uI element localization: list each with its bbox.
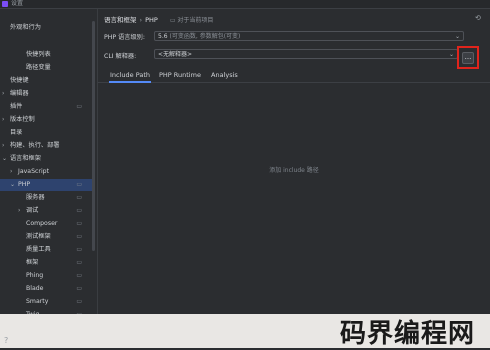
- sidebar-item-label: 快捷键: [10, 77, 29, 84]
- sidebar-item[interactable]: › JavaScript: [0, 166, 92, 178]
- sidebar-item[interactable]: 插件 ▭: [0, 101, 92, 113]
- language-level-hint: (可变函数, 参数解包(可变): [169, 33, 241, 40]
- chevron-down-icon[interactable]: ⌄: [10, 179, 15, 191]
- title-bar: 设置: [0, 0, 490, 9]
- sidebar-item[interactable]: › 构建、执行、部署: [0, 140, 92, 152]
- sidebar-item-label: 版本控制: [10, 116, 35, 123]
- sidebar-item[interactable]: 外观和行为: [0, 22, 92, 34]
- sidebar-item[interactable]: ⌄ PHP ▭: [0, 179, 92, 191]
- sidebar-item-label: 质量工具: [26, 246, 51, 253]
- sidebar-item[interactable]: 目录: [0, 127, 92, 139]
- project-scope-icon: ▭: [76, 207, 82, 214]
- chevron-right-icon[interactable]: ›: [2, 140, 4, 152]
- chevron-down-icon[interactable]: ⌄: [2, 153, 7, 165]
- sidebar-item-label: 框架: [26, 259, 39, 266]
- window-title: 设置: [11, 0, 24, 7]
- breadcrumb-parent[interactable]: 语言和框架: [104, 16, 137, 24]
- sidebar-item-label: JavaScript: [18, 168, 50, 175]
- sidebar-item[interactable]: 路径变量: [0, 62, 92, 74]
- sidebar-item[interactable]: Composer ▭: [0, 218, 92, 230]
- tab-php-runtime[interactable]: PHP Runtime: [159, 69, 201, 81]
- sidebar-item[interactable]: › 版本控制: [0, 114, 92, 126]
- sidebar-item-label: 编辑器: [10, 90, 29, 97]
- chevron-right-icon[interactable]: ›: [18, 205, 20, 217]
- project-scope-icon: ▭: [76, 246, 82, 253]
- chevron-down-icon: ⌄: [448, 51, 454, 58]
- sidebar-item-label: Composer: [26, 220, 58, 227]
- scope-text: 对于当前项目: [177, 17, 214, 24]
- sidebar-item-label: Phing: [26, 272, 44, 279]
- sidebar-item[interactable]: 测试框架 ▭: [0, 231, 92, 243]
- sidebar-item-label: 服务器: [26, 194, 45, 201]
- sidebar-item-label: 插件: [10, 103, 23, 110]
- project-scope-icon: ▭: [76, 220, 82, 227]
- sidebar-item[interactable]: 质量工具 ▭: [0, 244, 92, 256]
- breadcrumb: 语言和框架 › PHP ▭ 对于当前项目: [104, 14, 213, 24]
- project-scope-icon: ▭: [76, 272, 82, 279]
- sidebar-item[interactable]: › 调试 ▭: [0, 205, 92, 217]
- chevron-down-icon: ⌄: [454, 33, 460, 40]
- sidebar-item-label: 语言和框架: [10, 155, 41, 162]
- sidebar-item[interactable]: 服务器 ▭: [0, 192, 92, 204]
- watermark: 码界编程网: [340, 319, 476, 349]
- language-level-select[interactable]: 5.6 (可变函数, 参数解包(可变) ⌄: [154, 31, 464, 41]
- project-scope-icon: ▭: [76, 181, 82, 188]
- sidebar-item-label: 快捷列表: [26, 51, 51, 58]
- chevron-right-icon[interactable]: ›: [2, 88, 4, 100]
- sidebar-item-label: PHP: [18, 181, 31, 188]
- sidebar-item-label: 目录: [10, 129, 23, 136]
- help-icon[interactable]: ?: [4, 336, 8, 345]
- sidebar-item[interactable]: 快捷键: [0, 75, 92, 87]
- project-scope-icon: ▭: [76, 103, 82, 110]
- tab-analysis[interactable]: Analysis: [211, 69, 238, 81]
- annotation-highlight-box: [457, 46, 479, 69]
- settings-content: 语言和框架 › PHP ▭ 对于当前项目 ⟲ PHP 语言级别: 5.6 (可变函数, …: [98, 9, 490, 348]
- sidebar-item-label: 外观和行为: [10, 24, 41, 31]
- cli-interpreter-value: <无解释器>: [158, 51, 193, 58]
- sidebar-item-label: 调试: [26, 207, 39, 214]
- project-scope-icon: ▭: [76, 285, 82, 292]
- breadcrumb-separator: ›: [139, 16, 143, 24]
- project-scope-icon: ▭: [76, 194, 82, 201]
- tab-include-path[interactable]: Include Path: [108, 69, 152, 83]
- settings-sidebar: 外观和行为 快捷列表 路径变量 快捷键 › 编辑器 插件 ▭ › 版本控制 目录 › 构建、执行、部署 ⌄…: [0, 9, 98, 348]
- sidebar-item[interactable]: › 编辑器: [0, 88, 92, 100]
- project-scope-icon: ▭: [76, 259, 82, 266]
- language-level-value: 5.6: [158, 33, 168, 40]
- empty-state-text[interactable]: 添加 include 路径: [100, 165, 488, 174]
- sidebar-item[interactable]: Smarty ▭: [0, 296, 92, 308]
- chevron-right-icon[interactable]: ›: [2, 114, 4, 126]
- sidebar-item[interactable]: 框架 ▭: [0, 257, 92, 269]
- cli-interpreter-select[interactable]: <无解释器> ⌄: [154, 49, 458, 59]
- sidebar-item-label: 路径变量: [26, 64, 51, 71]
- sidebar-item-label: 测试框架: [26, 233, 51, 240]
- sidebar-item[interactable]: Blade ▭: [0, 283, 92, 295]
- project-scope-icon: ▭: [76, 233, 82, 240]
- sidebar-item-label: Smarty: [26, 298, 49, 305]
- breadcrumb-current: PHP: [145, 16, 158, 24]
- sidebar-scrollbar[interactable]: [92, 21, 95, 251]
- language-level-label: PHP 语言级别:: [104, 34, 145, 41]
- tab-bar: Include Path PHP Runtime Analysis: [98, 67, 490, 83]
- include-path-panel: 添加 include 路径: [100, 83, 488, 313]
- chevron-right-icon[interactable]: ›: [10, 166, 12, 178]
- app-icon: [2, 1, 8, 7]
- reset-icon[interactable]: ⟲: [475, 14, 482, 22]
- sidebar-item[interactable]: ⌄ 语言和框架: [0, 153, 92, 165]
- sidebar-item[interactable]: Phing ▭: [0, 270, 92, 282]
- sidebar-item-label: 构建、执行、部署: [10, 142, 60, 149]
- scope-label: ▭ 对于当前项目: [170, 17, 214, 24]
- project-scope-icon: ▭: [76, 298, 82, 305]
- cli-interpreter-label: CLI 解释器:: [104, 53, 137, 60]
- sidebar-item[interactable]: 快捷列表: [0, 49, 92, 61]
- sidebar-item-label: Blade: [26, 285, 44, 292]
